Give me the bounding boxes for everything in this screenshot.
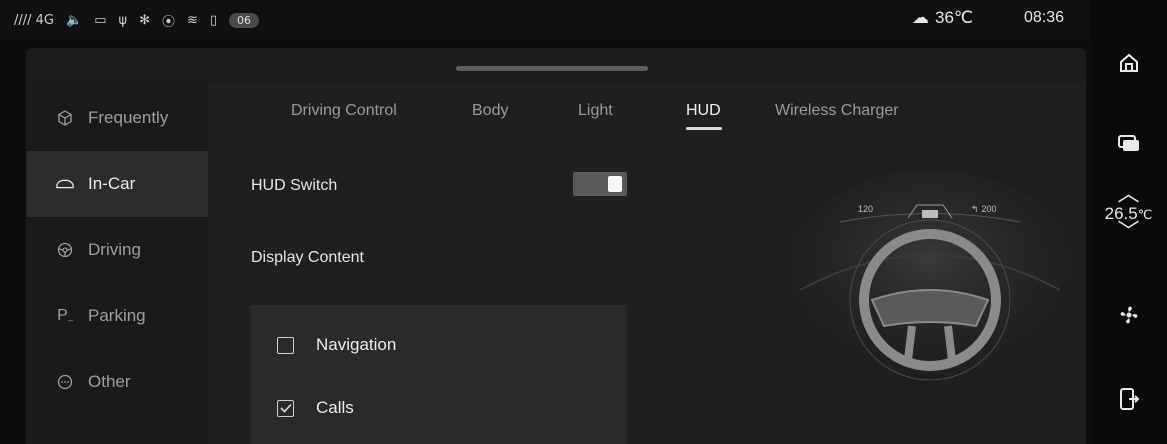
cube-icon <box>56 109 74 127</box>
screens-icon <box>1118 135 1139 151</box>
hud-switch-label: HUD Switch <box>251 177 338 194</box>
option-label: Navigation <box>316 335 397 354</box>
hud-switch-toggle[interactable] <box>573 172 627 196</box>
status-icons: //// 4G 🔈 ▭ ψ ✻ ⦿ ≋ ▯ 06 <box>14 11 260 30</box>
toggle-knob <box>608 176 622 192</box>
phone-mirror-button[interactable] <box>1110 380 1148 418</box>
signal-indicator: //// 4G <box>14 13 54 28</box>
calls-checkbox[interactable] <box>277 399 294 417</box>
settings-sidebar: Frequently In-Car Driving P _ Parking Oth… <box>26 82 208 444</box>
hud-preview-speed: 120 <box>858 204 874 214</box>
navigation-checkbox[interactable] <box>277 336 294 354</box>
sidebar-item-label: Driving <box>88 240 141 259</box>
sidebar-item-label: Frequently <box>88 108 169 127</box>
weather-widget[interactable]: ☁ 36℃ <box>912 8 973 28</box>
notification-badge: 06 <box>229 13 260 28</box>
camera-icon: ▭ <box>94 13 107 28</box>
parking-icon: P _ <box>57 307 73 324</box>
turn-arrow-icon: ↰ <box>971 204 979 214</box>
sidebar-item-label: Other <box>88 372 131 391</box>
home-button[interactable] <box>1110 44 1148 82</box>
hud-preview-distance: 200 <box>981 204 997 214</box>
usb-icon: ψ <box>118 13 128 28</box>
sidebar-item-label: Parking <box>88 306 146 325</box>
sidebar-item-driving[interactable]: Driving <box>26 217 208 283</box>
hud-preview: 120 ↰ 200 <box>780 150 1080 400</box>
option-label: Calls <box>316 398 354 417</box>
hud-preview-turn: ↰ 200 <box>971 204 997 215</box>
hud-preview-illustration <box>780 170 1080 390</box>
phone-exit-icon <box>1120 388 1140 410</box>
sidebar-item-frequently[interactable]: Frequently <box>26 85 208 151</box>
sidebar-item-in-car[interactable]: In-Car <box>26 151 208 217</box>
tab-body[interactable]: Body <box>472 102 508 120</box>
car-icon <box>56 175 74 193</box>
sidebar-item-other[interactable]: Other <box>26 349 208 415</box>
display-content-label: Display Content <box>251 249 364 266</box>
bluetooth-icon: ✻ <box>139 13 150 28</box>
sidebar-item-label: In-Car <box>88 174 136 193</box>
cabin-temp-unit: ℃ <box>1137 207 1153 222</box>
option-calls[interactable]: Calls <box>277 398 354 418</box>
right-dock: ︿ 26.5℃ ﹀ <box>1090 0 1167 444</box>
active-tab-indicator <box>686 127 722 130</box>
option-navigation[interactable]: Navigation <box>277 335 396 355</box>
tab-hud[interactable]: HUD <box>686 102 721 120</box>
phone-icon: ▯ <box>209 13 218 28</box>
tab-driving-control[interactable]: Driving Control <box>291 102 397 120</box>
multiscreen-button[interactable] <box>1110 124 1148 162</box>
wifi-icon: ≋ <box>186 13 198 28</box>
tab-light[interactable]: Light <box>578 102 613 120</box>
panel-drag-handle[interactable] <box>456 66 648 71</box>
home-icon <box>1120 53 1138 72</box>
steering-wheel-icon <box>56 241 74 259</box>
fan-button[interactable] <box>1110 296 1148 334</box>
tab-wireless-charger[interactable]: Wireless Charger <box>775 102 899 120</box>
status-bar: //// 4G 🔈 ▭ ψ ✻ ⦿ ≋ ▯ 06 ☁ 36℃ 08:36 <box>0 0 1090 40</box>
weather-temperature: 36℃ <box>935 8 974 27</box>
clock: 08:36 <box>1024 9 1065 26</box>
cloud-icon: ☁ <box>912 8 929 27</box>
temp-up-button[interactable]: ︿ <box>1090 184 1167 206</box>
checkmark-icon <box>279 403 292 413</box>
volume-icon: 🔈 <box>66 13 83 28</box>
temp-down-button[interactable]: ﹀ <box>1090 222 1167 244</box>
more-icon <box>56 373 74 391</box>
climate-temp-control: ︿ 26.5℃ ﹀ <box>1090 184 1167 244</box>
fan-icon <box>1120 306 1138 324</box>
sidebar-item-parking[interactable]: P _ Parking <box>26 283 208 349</box>
display-content-options <box>251 305 627 444</box>
hotspot-icon: ⦿ <box>161 15 175 30</box>
